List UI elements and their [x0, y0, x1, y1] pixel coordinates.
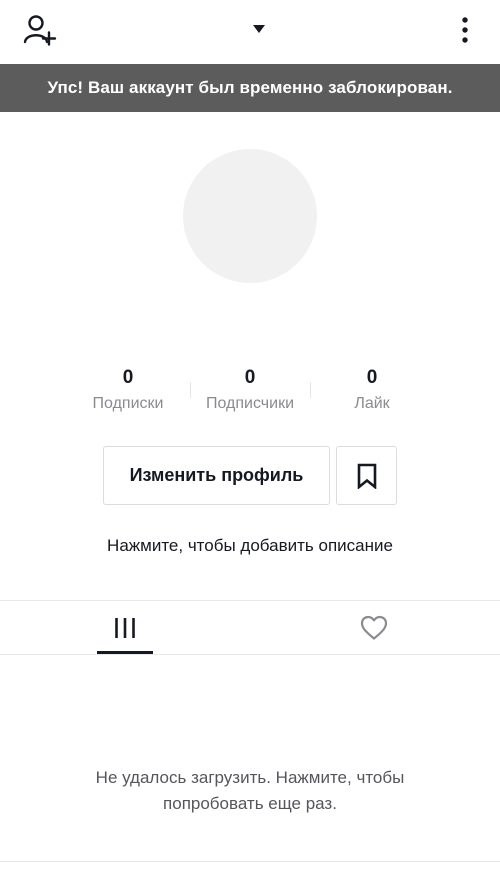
- bottom-divider: [0, 861, 500, 862]
- stat-likes-label: Лайк: [354, 395, 390, 412]
- bookmark-icon: [357, 463, 376, 489]
- more-options-button[interactable]: [450, 10, 480, 50]
- account-switch-dropdown[interactable]: [245, 15, 273, 43]
- top-bar: [0, 0, 500, 64]
- dropdown-triangle-icon: [253, 25, 265, 33]
- stat-likes-count: 0: [366, 367, 378, 388]
- add-bio-prompt[interactable]: Нажмите, чтобы добавить описание: [0, 536, 500, 556]
- error-line-1: Не удалось загрузить. Нажмите, чтобы: [95, 768, 405, 787]
- tabs-bottom-divider: [0, 654, 500, 655]
- tab-liked[interactable]: [344, 601, 404, 654]
- stat-followers[interactable]: 0 Подписчики: [195, 365, 305, 413]
- tab-videos[interactable]: [97, 601, 153, 654]
- add-user-icon: [23, 15, 57, 46]
- avatar[interactable]: [183, 149, 317, 283]
- account-blocked-banner: Упс! Ваш аккаунт был временно заблокиров…: [0, 64, 500, 112]
- add-user-button[interactable]: [18, 10, 62, 50]
- stat-likes[interactable]: 0 Лайк: [317, 365, 427, 413]
- stat-divider: [190, 382, 191, 398]
- stat-divider: [310, 382, 311, 398]
- more-vertical-icon: [462, 17, 468, 43]
- banner-text: Упс! Ваш аккаунт был временно заблокиров…: [47, 78, 453, 97]
- grid-lines-icon: [115, 617, 135, 638]
- stat-following[interactable]: 0 Подписки: [73, 365, 183, 413]
- heart-outline-icon: [360, 615, 388, 640]
- favorites-button[interactable]: [336, 446, 397, 505]
- load-error-retry[interactable]: Не удалось загрузить. Нажмите, чтобы поп…: [0, 765, 500, 817]
- stat-followers-count: 0: [244, 367, 256, 388]
- tabs-top-divider: [0, 600, 500, 601]
- stat-followers-label: Подписчики: [205, 395, 294, 412]
- error-line-2: попробовать еще раз.: [163, 794, 337, 813]
- edit-profile-label: Изменить профиль: [129, 465, 304, 485]
- edit-profile-button[interactable]: Изменить профиль: [103, 446, 330, 505]
- stat-following-count: 0: [122, 367, 134, 388]
- stat-following-label: Подписки: [92, 395, 164, 412]
